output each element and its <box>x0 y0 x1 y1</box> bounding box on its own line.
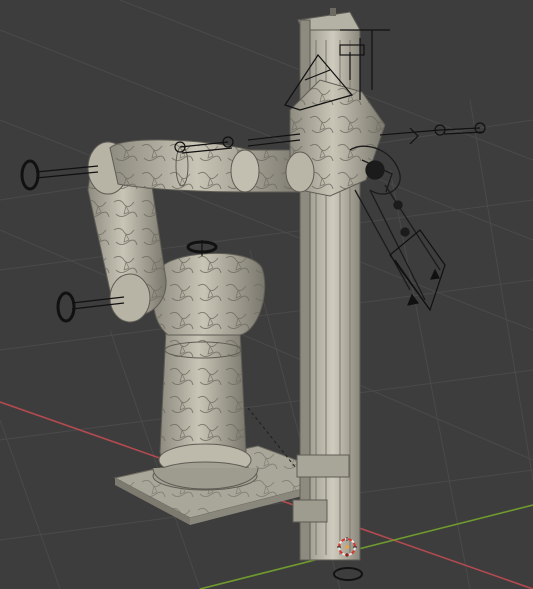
robot-column-base[interactable] <box>152 329 259 491</box>
joint-ring-icon[interactable] <box>20 159 99 191</box>
rail-bottom-ring <box>333 567 363 581</box>
y-axis-line <box>199 504 533 589</box>
scene-canvas[interactable] <box>0 0 533 589</box>
3d-viewport[interactable] <box>0 0 533 589</box>
robot-forearm[interactable] <box>109 139 305 193</box>
robot-shoulder[interactable] <box>152 253 266 336</box>
